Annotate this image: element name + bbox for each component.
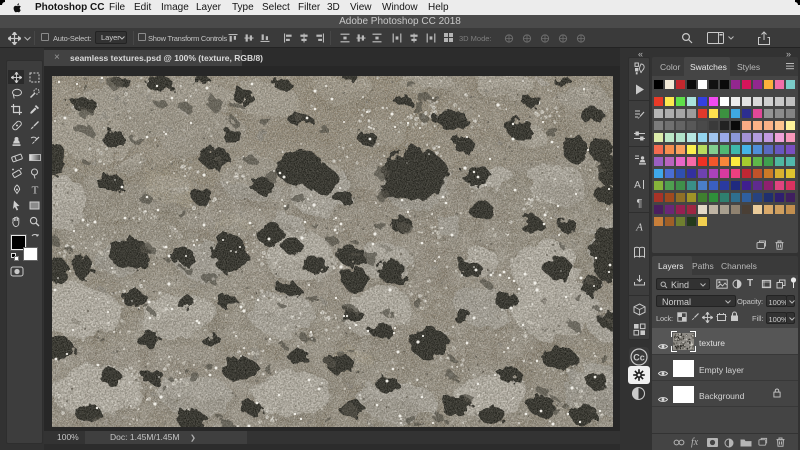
svg-text:T: T	[31, 185, 38, 196]
svg-text:A: A	[634, 180, 641, 191]
svg-text:A: A	[635, 222, 643, 234]
svg-text:¶: ¶	[637, 198, 643, 210]
svg-text:Cc: Cc	[633, 353, 645, 363]
